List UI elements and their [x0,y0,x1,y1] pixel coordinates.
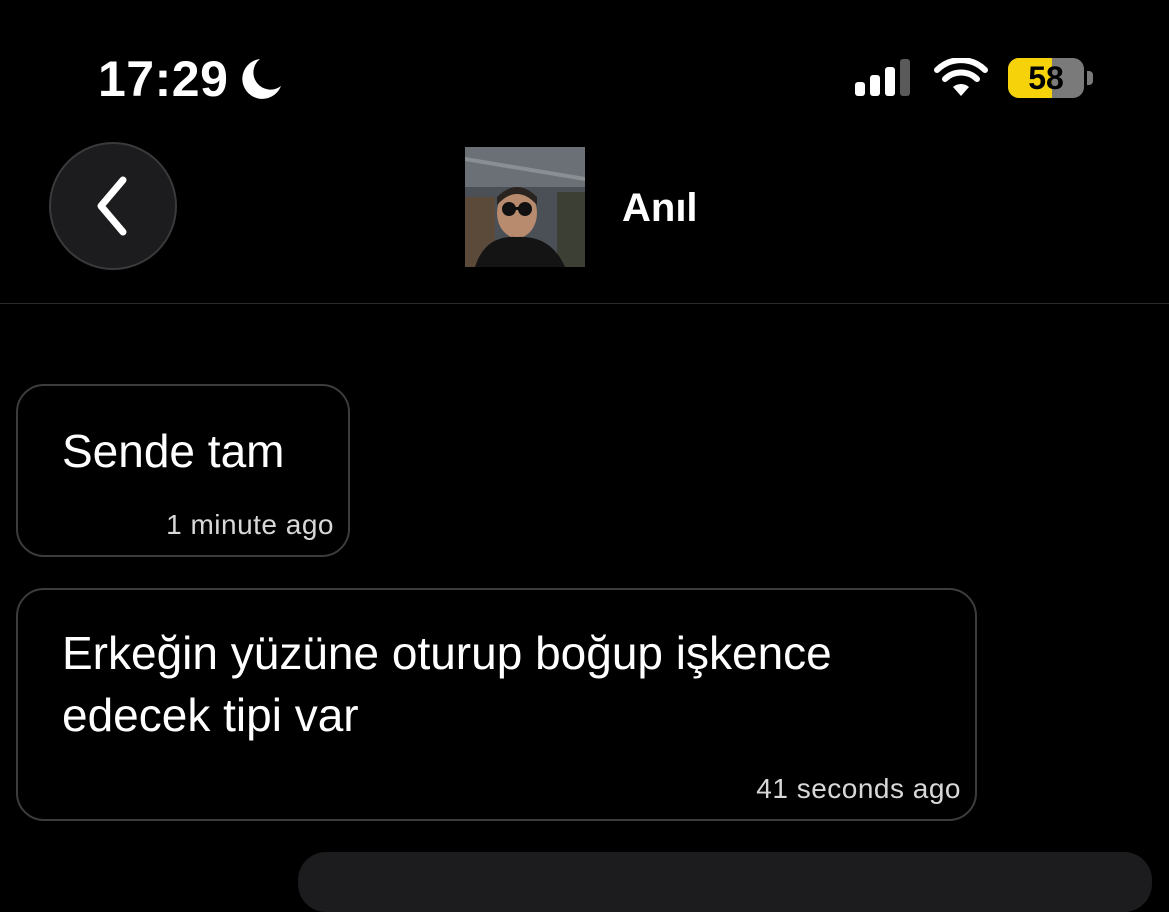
status-time: 17:29 [98,51,229,107]
message-bubble[interactable]: Erkeğin yüzüne oturup boğup işkence edec… [16,588,977,821]
message-timestamp: 1 minute ago [166,509,334,540]
cellular-signal-icon [855,59,910,96]
message-text: Erkeğin yüzüne oturup boğup işkence edec… [62,627,832,741]
message-bubble[interactable]: Sende tam 1 minute ago [16,384,350,557]
battery-body: 58 [1008,58,1084,98]
message-timestamp: 41 seconds ago [756,773,961,804]
message-bubble-partial[interactable] [298,852,1152,912]
avatar[interactable] [465,147,585,267]
battery-percent: 58 [1028,60,1064,96]
contact-name[interactable]: Anıl [622,184,698,232]
status-bar: 17:29 58 [0,0,1169,130]
contact-avatar-photo [465,147,585,267]
back-button[interactable] [49,142,177,270]
moon-icon [242,59,281,99]
message-text: Sende tam [62,425,285,477]
battery-icon: 58 [1008,58,1094,100]
chat-header: Anıl [0,130,1169,303]
header-divider [0,303,1169,304]
battery-cap [1087,71,1093,85]
chevron-left-icon [97,176,127,236]
wifi-icon [934,58,988,96]
